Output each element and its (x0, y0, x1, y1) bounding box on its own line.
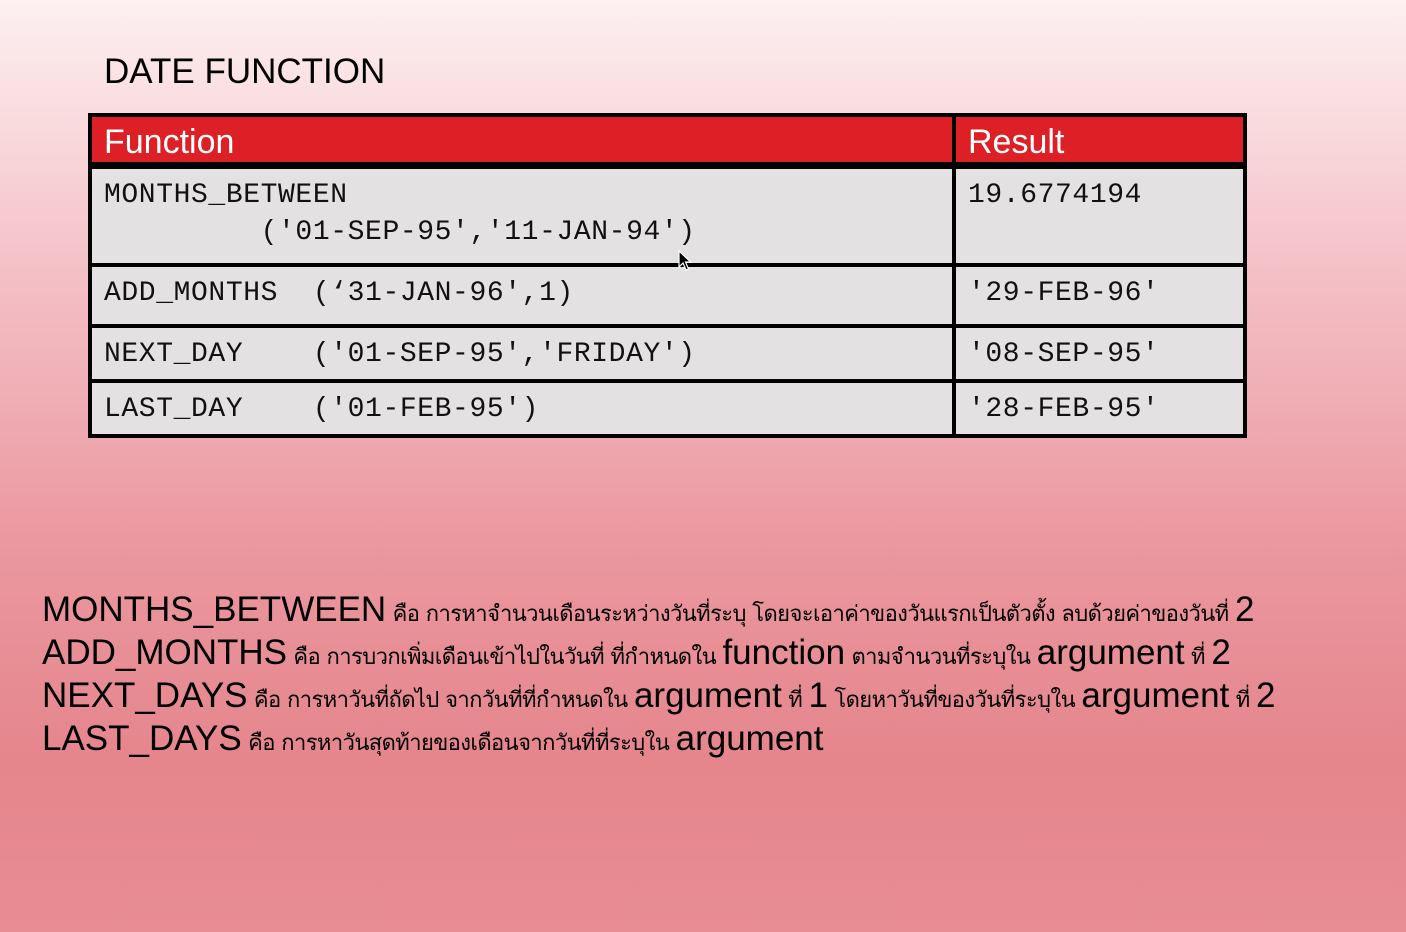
keyword: 1 (808, 676, 829, 715)
description-text: คือ การบวกเพิ่มเดือนเข้าไปในวันที่ ที่กำ… (287, 645, 723, 670)
result-cell: '28-FEB-95' (952, 378, 1247, 438)
result-cell: '08-SEP-95' (952, 323, 1247, 383)
keyword: LAST_DAYS (42, 719, 242, 758)
header-function: Function (88, 113, 956, 169)
description-text: ตามจำนวนที่ระบุใน (845, 645, 1037, 670)
result-value: '08-SEP-95' (968, 338, 1160, 370)
keyword: NEXT_DAYS (42, 676, 248, 715)
description-line: NEXT_DAYS คือ การหาวันที่ถัดไป จากวันที่… (42, 674, 1402, 717)
description-text: คือ การหาจำนวนเดือนระหว่างวันที่ระบุ โดย… (386, 602, 1235, 627)
description-text: โดยหาวันที่ของวันที่ระบุใน (828, 688, 1082, 713)
result-value: 19.6774194 (968, 180, 1143, 211)
function-cell: ADD_MONTHS (‘31-JAN-96',1) (88, 262, 956, 328)
table-row: LAST_DAY ('01-FEB-95') '28-FEB-95' (88, 378, 1247, 438)
slide-title: DATE FUNCTION (104, 52, 386, 91)
description-line: LAST_DAYS คือ การหาวันสุดท้ายของเดือนจาก… (42, 717, 1402, 760)
mouse-pointer-icon (678, 250, 692, 271)
keyword: 2 (1234, 590, 1255, 629)
function-line: NEXT_DAY ('01-SEP-95','FRIDAY') (104, 338, 696, 370)
keyword: MONTHS_BETWEEN (42, 590, 387, 629)
function-line: ADD_MONTHS (‘31-JAN-96',1) (104, 277, 574, 309)
description-text: คือ การหาวันที่ถัดไป จากวันที่ที่กำหนดใน (247, 688, 634, 713)
keyword: ADD_MONTHS (42, 633, 288, 672)
date-function-table: Function Result MONTHS_BETWEEN ('01-SEP-… (88, 113, 1247, 438)
table-row: NEXT_DAY ('01-SEP-95','FRIDAY') '08-SEP-… (88, 323, 1247, 383)
function-line: LAST_DAY ('01-FEB-95') (104, 393, 540, 425)
keyword: 2 (1256, 676, 1276, 715)
function-line: ('01-SEP-95','11-JAN-94') (104, 217, 696, 248)
description-text: ที่ (1229, 688, 1256, 713)
header-result: Result (952, 113, 1247, 169)
description-text: คือ การหาวันสุดท้ายของเดือนจากวันที่ที่ร… (241, 731, 676, 756)
function-cell: MONTHS_BETWEEN ('01-SEP-95','11-JAN-94') (88, 163, 956, 267)
function-cell: NEXT_DAY ('01-SEP-95','FRIDAY') (88, 323, 956, 383)
description-line: MONTHS_BETWEEN คือ การหาจำนวนเดือนระหว่า… (42, 588, 1402, 631)
keyword: argument (1081, 676, 1230, 715)
result-value: '29-FEB-96' (968, 277, 1160, 309)
result-cell: 19.6774194 (952, 163, 1247, 267)
table-row: MONTHS_BETWEEN ('01-SEP-95','11-JAN-94')… (88, 163, 1247, 267)
table-header-row: Function Result (88, 113, 1247, 169)
description-line: ADD_MONTHS คือ การบวกเพิ่มเดือนเข้าไปในว… (42, 631, 1402, 674)
keyword: function (722, 633, 846, 672)
table-row: ADD_MONTHS (‘31-JAN-96',1) '29-FEB-96' (88, 262, 1247, 328)
function-cell: LAST_DAY ('01-FEB-95') (88, 378, 956, 438)
keyword: argument (633, 676, 782, 715)
description-text: ที่ (1184, 645, 1212, 670)
description-text: ที่ (781, 688, 809, 713)
keyword: argument (675, 719, 824, 758)
function-descriptions: MONTHS_BETWEEN คือ การหาจำนวนเดือนระหว่า… (42, 588, 1402, 760)
function-line: MONTHS_BETWEEN (104, 180, 348, 211)
keyword: 2 (1211, 633, 1231, 672)
result-cell: '29-FEB-96' (952, 262, 1247, 328)
keyword: argument (1036, 633, 1185, 672)
result-value: '28-FEB-95' (968, 393, 1160, 425)
